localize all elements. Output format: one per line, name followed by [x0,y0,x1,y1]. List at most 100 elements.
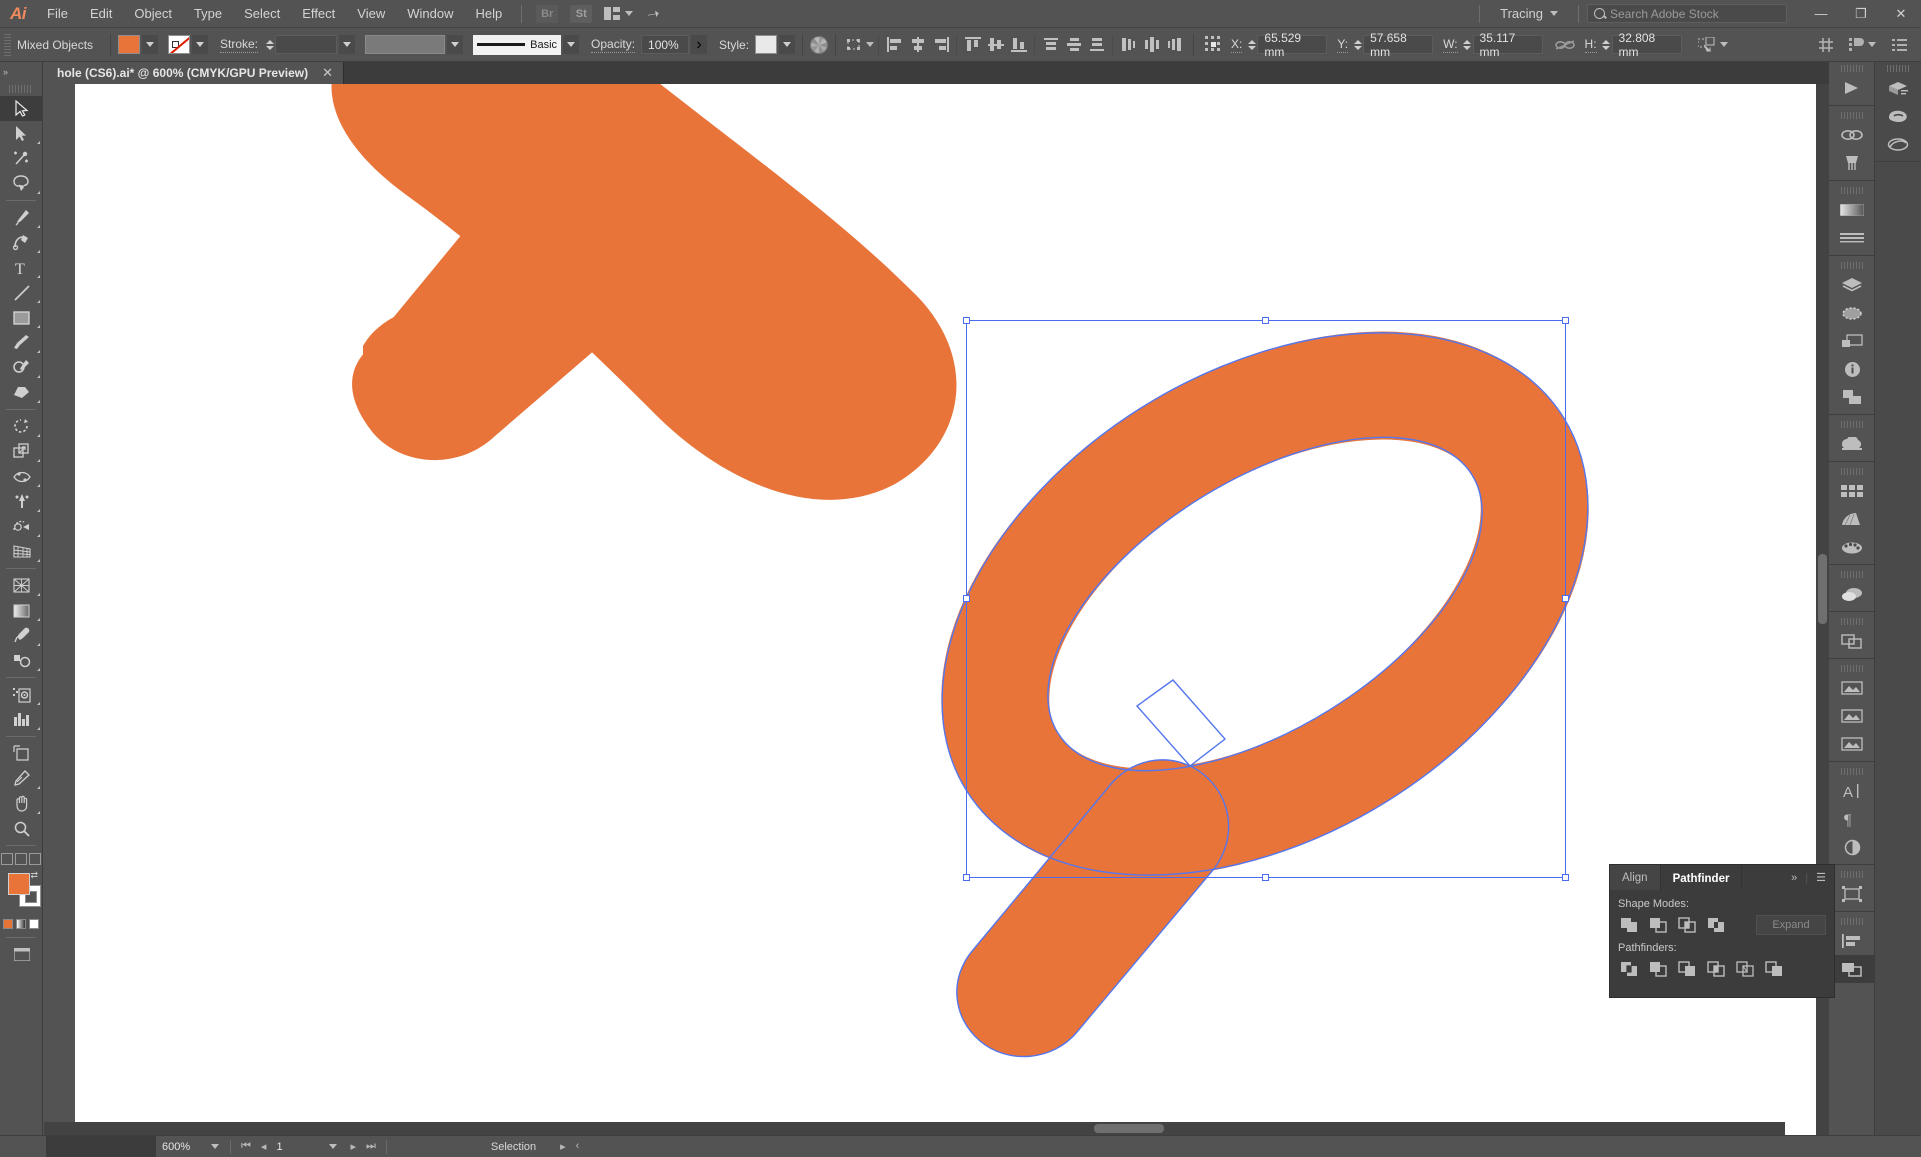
selection-tool[interactable] [0,96,43,121]
stroke-weight-dropdown[interactable] [339,35,356,54]
dock-grip-5[interactable] [1829,418,1874,430]
export-for-screens-icon[interactable] [1829,74,1875,102]
gradient-button[interactable] [16,919,26,929]
restore-button[interactable]: ❐ [1841,0,1881,28]
artboards-panel-icon[interactable] [1829,880,1875,908]
align-top-icon[interactable] [963,35,982,55]
transform-icon[interactable] [1696,35,1718,55]
handle-bottom-right[interactable] [1562,874,1569,881]
distribute-center-vertical-icon[interactable] [1064,35,1083,55]
document-info-icon[interactable] [1829,355,1875,383]
3d-icon[interactable] [1875,74,1921,102]
layers-icon[interactable] [1829,271,1875,299]
brush-definition-select[interactable]: Basic [473,34,562,55]
zoom-tool[interactable] [0,816,43,841]
symbols-icon[interactable] [1875,130,1921,158]
stroke-panel-icon[interactable] [1829,224,1875,252]
tab-align[interactable]: Align [1610,865,1661,890]
character-icon[interactable]: A [1829,777,1875,805]
brush-dropdown[interactable] [563,35,580,54]
minus-front-icon[interactable] [1647,914,1669,936]
horizontal-scrollbar[interactable] [44,1122,1785,1135]
tools-grip[interactable] [0,82,42,96]
align-bottom-icon[interactable] [1009,35,1028,55]
outline-icon[interactable] [1734,958,1756,980]
artboard-number[interactable]: 1 [272,1141,322,1153]
chevron-down-icon[interactable] [866,42,875,47]
image-trace-2-icon[interactable] [1829,702,1875,730]
distribute-bottom-icon[interactable] [1087,35,1106,55]
intersect-icon[interactable] [1676,914,1698,936]
dock-grip-2[interactable] [1829,109,1874,121]
image-trace-icon[interactable] [1829,674,1875,702]
graphic-styles-icon[interactable] [1829,383,1875,411]
draw-inside-icon[interactable] [29,853,41,865]
workspace-switcher[interactable]: Tracing [1488,0,1570,28]
paragraph-icon[interactable]: ¶ [1829,805,1875,833]
dock-grip[interactable] [1829,62,1874,74]
tools-collapse-button[interactable]: » [0,62,42,82]
draw-normal-icon[interactable] [1,853,13,865]
dock-grip-9[interactable] [1829,662,1874,674]
screen-mode-button[interactable] [0,943,43,965]
align-left-icon[interactable] [885,35,904,55]
panel-menu-icon[interactable]: ☰ [1816,871,1826,884]
pathfinder-active-icon[interactable] [1829,955,1875,983]
eyedropper-tool[interactable] [0,623,43,648]
dock-grip-8[interactable] [1829,615,1874,627]
artboard-tool[interactable] [0,741,43,766]
graphic-style-swatch[interactable] [755,35,778,54]
close-button[interactable]: ✕ [1881,0,1921,28]
reference-point-grid-icon[interactable] [1203,35,1225,55]
magic-wand-tool[interactable] [0,146,43,171]
x-field[interactable]: 65.529 mm [1257,31,1328,59]
appearance-icon[interactable] [1829,299,1875,327]
rocket-icon[interactable]: ➝ [646,4,661,24]
handle-middle-left[interactable] [963,595,970,602]
prev-page-icon[interactable]: ◂ [261,1140,267,1153]
vertical-scroll-thumb[interactable] [1818,554,1827,624]
gradient-panel-icon[interactable] [1829,505,1875,533]
gradient-tool[interactable] [0,598,43,623]
h-stepper[interactable] [1601,35,1612,54]
style-dropdown[interactable] [779,35,796,54]
status-next-icon[interactable]: ▸ [560,1140,566,1153]
stroke-weight-field[interactable] [275,35,338,54]
y-stepper[interactable] [1352,35,1363,54]
align-panel-icon[interactable] [1829,927,1875,955]
document-tab[interactable]: hole (CS6).ai* @ 600% (CMYK/GPU Preview)… [43,62,345,84]
dock-grip-6[interactable] [1829,465,1874,477]
dock-grip-11[interactable] [1829,868,1874,880]
paintbrush-tool[interactable] [0,330,43,355]
shape-builder-tool[interactable] [0,514,43,539]
shaper-pencil-tool[interactable] [0,355,43,380]
type-tool[interactable]: T [0,255,43,280]
recolor-artwork-icon[interactable] [810,35,829,54]
status-prev-icon[interactable]: ‹ [576,1140,580,1153]
tab-pathfinder[interactable]: Pathfinder [1660,865,1743,890]
scale-tool[interactable] [0,439,43,464]
menu-view[interactable]: View [346,0,396,28]
distribute-top-icon[interactable] [1041,35,1060,55]
brushes-icon[interactable] [1829,149,1875,177]
handle-top-left[interactable] [963,317,970,324]
align-center-vertical-icon[interactable] [986,35,1005,55]
w-stepper[interactable] [1462,35,1473,54]
merge-icon[interactable] [1676,958,1698,980]
align-center-horizontal-icon[interactable] [908,35,927,55]
slice-tool[interactable] [0,766,43,791]
control-bar-grip[interactable] [4,33,11,56]
direct-selection-tool[interactable] [0,121,43,146]
trim-icon[interactable] [1647,958,1669,980]
x-stepper[interactable] [1246,35,1257,54]
chevron-down-icon[interactable] [1868,42,1876,47]
menu-object[interactable]: Object [123,0,183,28]
pen-tool[interactable] [0,205,43,230]
zoom-dropdown[interactable] [204,1144,226,1149]
preferences-icon[interactable] [1890,35,1909,55]
artboard-dropdown[interactable] [322,1144,344,1149]
h-field[interactable]: 32.808 mm [1611,31,1682,59]
panel-overflow-icon[interactable]: » [1791,872,1797,884]
hand-tool[interactable] [0,791,43,816]
dock-grip-12[interactable] [1829,915,1874,927]
